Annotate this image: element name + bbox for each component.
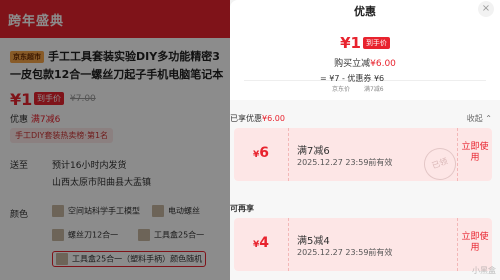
coupon-info: 满5减4 2025.12.27 23:59前有效 [288, 218, 459, 271]
price-summary: ¥1 到手价 购买立减¥6.00 = ¥7 - 优惠券 ¥6 京东价 满7减6 [230, 20, 500, 100]
coupon-card-enjoyed[interactable]: ¥6 满7减6 2025.12.27 23:59前有效 已领 立即使用 [234, 128, 492, 181]
use-now-button[interactable]: 立即使用 [457, 218, 492, 271]
enjoyed-label: 已享优惠¥6.00 [230, 114, 285, 123]
more-label: 可再享 [230, 204, 254, 213]
coupon-validity: 2025.12.27 23:59前有效 [297, 248, 393, 257]
price-calculation: = ¥7 - 优惠券 ¥6 京东价 满7减6 [320, 74, 385, 93]
watermark: 小黑盒 [472, 266, 496, 275]
use-now-button[interactable]: 立即使用 [457, 128, 492, 181]
enjoyed-section-header: 已享优惠¥6.00 收起 ⌃ [230, 110, 500, 128]
close-icon[interactable]: × [478, 1, 494, 17]
coupon-title: 满5减4 [297, 236, 330, 247]
coupon-amount: ¥4 [252, 235, 269, 251]
coupon-amount: ¥6 [252, 145, 269, 161]
coupon-title: 满7减6 [297, 146, 330, 157]
panel-header: 优惠 × [230, 0, 500, 20]
coupon-amount-area: ¥4 [234, 218, 288, 271]
collapse-button[interactable]: 收起 ⌃ [467, 113, 492, 124]
purchase-discount: 购买立减¥6.00 [334, 59, 396, 69]
final-price-badge: 到手价 [362, 37, 390, 49]
final-price: ¥1 到手价 [230, 34, 500, 52]
coupon-validity: 2025.12.27 23:59前有效 [297, 158, 393, 167]
coupon-card-more[interactable]: ¥4 满5减4 2025.12.27 23:59前有效 立即使用 [234, 218, 492, 271]
more-section-header: 可再享 [230, 200, 500, 218]
coupon-amount-area: ¥6 [234, 128, 288, 181]
coupon-panel: 优惠 × ¥1 到手价 购买立减¥6.00 = ¥7 - 优惠券 ¥6 京东价 满… [230, 0, 500, 280]
dim-overlay[interactable] [0, 0, 230, 280]
panel-title: 优惠 [354, 5, 376, 18]
